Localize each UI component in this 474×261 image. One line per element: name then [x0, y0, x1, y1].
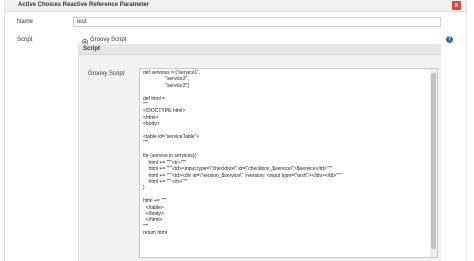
- script-panel-title: Script: [83, 46, 101, 52]
- script-label: Script: [17, 37, 33, 43]
- name-input[interactable]: [73, 17, 441, 27]
- groovy-script-textarea[interactable]: def services = ["service1", "service2", …: [139, 68, 438, 258]
- script-scrollbar[interactable]: [430, 69, 437, 257]
- script-scrollbar-thumb[interactable]: [431, 73, 436, 249]
- parameter-title: Active Choices Reactive Reference Parame…: [18, 2, 150, 8]
- help-icon[interactable]: ?: [446, 36, 453, 43]
- groovy-script-option-label[interactable]: Groovy Script: [90, 37, 126, 43]
- parameter-header: Active Choices Reactive Reference Parame…: [5, 0, 466, 12]
- delete-parameter-button[interactable]: x: [452, 1, 461, 10]
- groovy-script-label: Groovy Script: [88, 71, 125, 77]
- script-panel-header: Script: [79, 44, 441, 55]
- name-label: Name: [17, 19, 34, 25]
